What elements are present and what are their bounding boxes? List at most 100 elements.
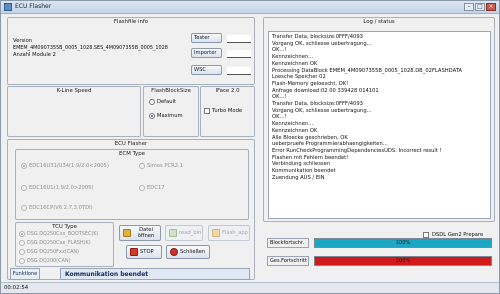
close-button[interactable]: × [486,3,496,11]
log-line: Vorgang OK, schliesse uebertragung... [272,107,372,114]
ecm-edc16u1-label: EDC16U1(1.9/2.0>2005) [29,185,94,191]
log-line: Kommunikation beendet [272,168,336,175]
function-label: Funktione [10,268,40,280]
tester-field[interactable] [227,35,251,43]
total-progress-label: Ges.Fortschritt [267,256,309,266]
log-line: Vorgang OK, schliesse uebertragung... [272,40,372,47]
log-line: Flash-Memory geloescht, OK! [272,80,349,87]
window-title: ECU Flasher [15,3,52,10]
log-output[interactable]: Transfer Data, blocksize:0FFF/4093 Vorgan… [268,31,491,219]
stop-icon [130,248,138,256]
log-line: Transfer Data, blocksize:0FFF/4093 [272,101,363,108]
title-bar[interactable]: ECU Flasher – □ × [1,1,499,14]
tcu-bootsec-radio[interactable] [19,231,25,237]
iface-group: IFace 2.0 Turbo Mode [200,86,255,137]
ecm-edc16u31-radio[interactable] [21,163,27,169]
kline-speed-title: K-Line Speed [56,88,92,94]
turbo-mode-label: Turbo Mode [212,108,243,114]
open-file-label: Datei öffnen [137,227,155,239]
wsc-field[interactable] [227,67,251,75]
ecm-simos-label: Simos PCR2.1 [147,163,183,169]
log-line: Transfer Data, blocksize:0FFF/4093 [272,34,363,40]
total-progress-bar: 100% [314,256,492,266]
blocksize-default-radio[interactable] [149,99,155,105]
turbo-mode-checkbox[interactable] [204,108,210,114]
tcu-dq200-label: DSG DQ200(CAN) [27,258,71,264]
flashblocksize-group: FlashBlockSize Default Maximum [143,86,199,137]
tcu-dq200-radio[interactable] [19,258,25,264]
stop-label: STOP [140,249,154,255]
ecm-simos-radio[interactable] [139,163,145,169]
app-icon [4,3,12,11]
log-line: OK...! [272,114,287,121]
close-app-button[interactable]: Schließen [166,245,210,259]
flashfile-name-text: EMEM_4M0907355B_0005_1028.SES_4M0907355B… [13,45,168,51]
ecm-type-title: ECM Type [119,151,145,157]
blocksize-maximum-radio[interactable] [149,113,155,119]
block-progress-bar: 100% [314,238,492,248]
status-bar: 00:02:54 [1,282,499,293]
tcu-type-group: TCU Type DSG DQ250Cxx_BOOTSEC(K) DSG DQ2… [15,222,114,267]
log-line: Kennzeichnen OK [272,60,318,67]
ecu-flasher-group: ECU Flasher ECM Type EDC16U31/U34(1.9/2.… [7,139,255,280]
log-line: Verbindung schliessen [272,161,331,168]
read-bin-label: read_bin [179,230,202,236]
lightning-icon [212,229,220,237]
ecm-edc16u1-radio[interactable] [21,185,27,191]
module-count-text: Anzahl Module 2 [13,52,56,58]
ecm-type-group: ECM Type EDC16U31/U34(1.9/2.0<2005) Simo… [15,149,249,220]
tcu-dq250f-label: DSG DQ250Fxx(CAN) [27,249,80,255]
tcu-flash-radio[interactable] [19,240,25,246]
ecm-edc16cp-radio[interactable] [21,205,27,211]
tester-button[interactable]: Tester [191,33,222,43]
block-progress-label: Blockfortschr. [267,238,309,248]
maximize-button[interactable]: □ [475,3,485,11]
ecm-edc16u31-label: EDC16U31/U34(1.9/2.0<2005) [29,163,109,169]
stop-button[interactable]: STOP [126,245,162,259]
log-line: Zuendung AUS / EIN [272,174,325,181]
importer-button[interactable]: Importer [191,48,222,58]
flashfile-info-title: Flashfile info [113,19,149,25]
close-app-label: Schließen [180,249,206,255]
tcu-dq250f-radio[interactable] [19,249,25,255]
flash-app-button: Flash_app [208,225,250,241]
open-file-button[interactable]: Datei öffnen [119,225,161,241]
tcu-bootsec-label: DSG DQ250Cxx_BOOTSEC(K) [27,231,99,237]
minimize-button[interactable]: – [464,3,474,11]
total-progress-text: 100% [395,258,411,264]
log-line: Error RunCheckProgrammingDependenciesUDS… [272,147,442,154]
status-message: Kommunikation beendet [60,268,250,280]
read-icon [169,229,177,237]
ecm-edc17-radio[interactable] [139,185,145,191]
log-status-title: Log / status [363,19,395,25]
ecu-flasher-title: ECU Flasher [114,141,148,147]
log-status-group: Log / status Transfer Data, blocksize:0F… [263,17,495,222]
log-line: Kennzeichnen... [272,54,314,61]
ecm-edc17-label: EDC17 [147,185,165,191]
log-line: OK...! [272,94,287,101]
flash-app-label: Flash_app [222,230,248,236]
tcu-flash-label: DSG DQ250Cxx_FLASH(K) [27,240,91,246]
importer-field[interactable] [227,50,251,58]
log-line: Kennzeichnen... [272,121,314,128]
folder-icon [123,229,131,237]
log-line: Kennzeichnen OK [272,127,318,134]
wsc-button[interactable]: WSC [191,65,222,75]
client-area: Flashfile info Version EMEM_4M0907355B_0… [1,14,499,282]
log-line: Processing DataBlock EMEM_4M0907355B_000… [272,67,463,74]
log-line: ueberpruefe Programmierabhaengigkeiten..… [272,141,388,148]
flashblocksize-title: FlashBlockSize [151,88,191,94]
blocksize-default-label: Default [157,99,176,105]
read-bin-button: read_bin [165,225,203,241]
tcu-type-title: TCU Type [52,224,77,230]
ecm-edc16cp-label: EDC16CP(V6 2.7,3.0TDI) [29,205,93,211]
log-line: OK...! [272,47,287,54]
block-progress-text: 100% [395,240,411,246]
version-label: Version [13,38,33,44]
blocksize-maximum-label: Maximum [157,113,183,119]
flashfile-info-group: Flashfile info Version EMEM_4M0907355B_0… [7,17,255,85]
ecu-flasher-window: ECU Flasher – □ × Flashfile info Version… [0,0,500,294]
elapsed-time: 00:02:54 [4,285,29,291]
log-line: Anfrage download:02 00 339428 014101 [272,87,379,94]
log-line: Loesche Speicher 02 [272,74,326,81]
